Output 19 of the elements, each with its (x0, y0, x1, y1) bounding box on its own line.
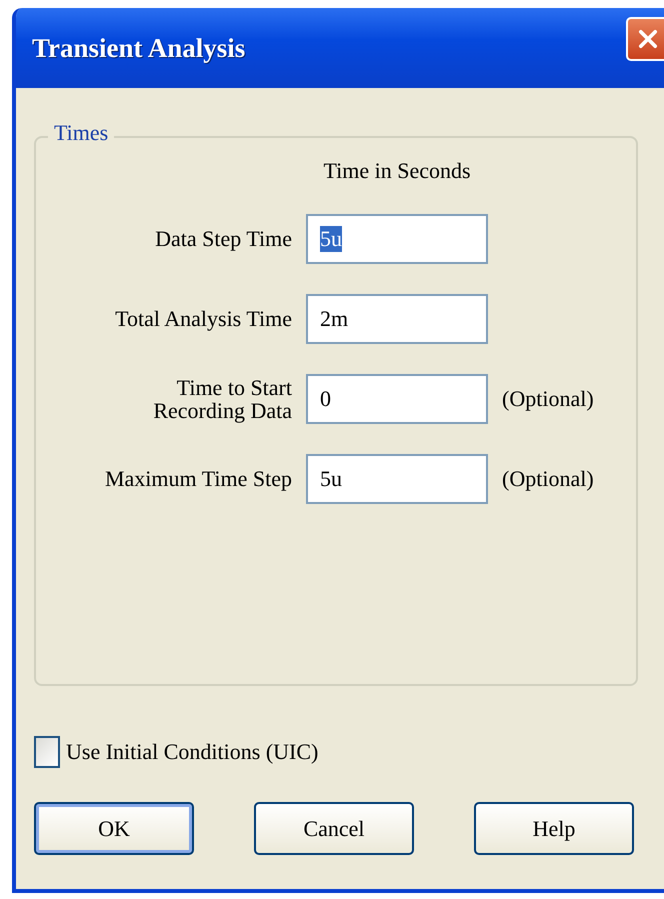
input-field[interactable]: 5u (306, 454, 488, 504)
dialog-button[interactable]: Cancel (254, 802, 414, 855)
field-label: Time to Start Recording Data (152, 376, 292, 422)
window-title: Transient Analysis (32, 32, 246, 64)
field-label: Data Step Time (154, 227, 292, 251)
close-icon (636, 27, 660, 51)
optional-note: (Optional) (502, 466, 595, 492)
input-field[interactable]: 2m (306, 294, 488, 344)
optional-note: (Optional) (502, 386, 595, 412)
field-label: Maximum Time Step (104, 467, 292, 491)
input-field[interactable]: 0 (306, 374, 488, 424)
input-field[interactable]: 5u (306, 214, 488, 264)
close-button[interactable] (626, 17, 664, 61)
checkbox-label: Use Initial Conditions (UIC) (66, 739, 318, 765)
dialog-button[interactable]: OK (34, 802, 194, 855)
dialog-button[interactable]: Help (474, 802, 634, 855)
checkbox[interactable] (34, 736, 60, 768)
column-heading: Time in Seconds (322, 158, 472, 184)
field-label: Total Analysis Time (114, 307, 292, 331)
